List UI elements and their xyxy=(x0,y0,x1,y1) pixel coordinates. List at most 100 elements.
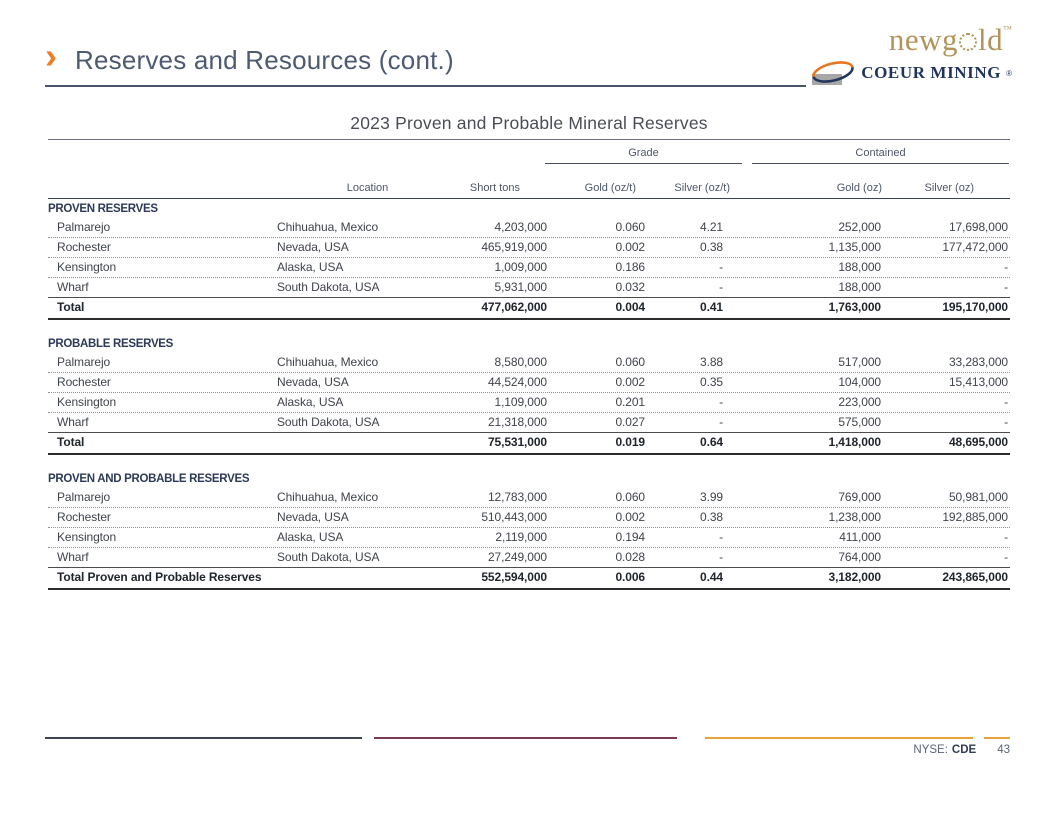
location-cell: Alaska, USA xyxy=(275,528,460,547)
silver-oz-cell: - xyxy=(890,258,1010,277)
total-row: Total477,062,0000.0040.411,763,000195,17… xyxy=(48,297,1010,320)
silver-oz-cell: 243,865,000 xyxy=(890,568,1010,588)
silver-grade-cell: 0.38 xyxy=(652,238,732,257)
short-tons-cell: 27,249,000 xyxy=(460,548,556,567)
newgold-text-right: ld xyxy=(978,22,1003,57)
mine-name-cell: Palmarejo xyxy=(48,488,275,507)
silver-grade-cell: - xyxy=(652,413,732,432)
table-row: PalmarejoChihuahua, Mexico12,783,0000.06… xyxy=(48,488,1010,508)
location-cell: Chihuahua, Mexico xyxy=(275,353,460,372)
column-header-row: Location Short tons Gold (oz/t) Silver (… xyxy=(48,170,1010,199)
short-tons-cell: 5,931,000 xyxy=(460,278,556,297)
footer-line-gold-short xyxy=(984,737,1010,739)
location-cell: Nevada, USA xyxy=(275,508,460,527)
gold-oz-cell: 3,182,000 xyxy=(732,568,890,588)
mine-name-cell: Rochester xyxy=(48,508,275,527)
silver-oz-cell: - xyxy=(890,278,1010,297)
mine-name-cell: Total xyxy=(48,298,275,318)
gold-oz-cell: 575,000 xyxy=(732,413,890,432)
silver-oz-cell: - xyxy=(890,393,1010,412)
column-header-short-tons: Short tons xyxy=(460,182,556,195)
section-header: PROBABLE RESERVES xyxy=(48,334,1010,353)
table-row: KensingtonAlaska, USA1,009,0000.186-188,… xyxy=(48,258,1010,278)
gold-oz-cell: 1,418,000 xyxy=(732,433,890,453)
footer-line-maroon xyxy=(374,737,677,739)
gold-oz-cell: 1,135,000 xyxy=(732,238,890,257)
column-header-gold-grade: Gold (oz/t) xyxy=(556,182,652,195)
chevron-right-icon: › xyxy=(45,36,57,76)
mine-name-cell: Wharf xyxy=(48,548,275,567)
short-tons-cell: 1,009,000 xyxy=(460,258,556,277)
gold-oz-cell: 223,000 xyxy=(732,393,890,412)
newgold-dotted-o-icon xyxy=(959,33,977,51)
short-tons-cell: 8,580,000 xyxy=(460,353,556,372)
location-cell xyxy=(275,433,460,453)
gold-grade-cell: 0.028 xyxy=(556,548,652,567)
silver-oz-cell: 195,170,000 xyxy=(890,298,1010,318)
silver-grade-cell: 3.99 xyxy=(652,488,732,507)
slide: › Reserves and Resources (cont.) newgld™… xyxy=(0,0,1056,816)
short-tons-cell: 552,594,000 xyxy=(460,568,556,588)
group-header-contained: Contained xyxy=(752,147,1009,164)
silver-oz-cell: - xyxy=(890,413,1010,432)
mine-name-cell: Rochester xyxy=(48,238,275,257)
reserves-section: PROBABLE RESERVESPalmarejoChihuahua, Mex… xyxy=(48,334,1010,455)
table-row: PalmarejoChihuahua, Mexico4,203,0000.060… xyxy=(48,218,1010,238)
gold-oz-cell: 1,238,000 xyxy=(732,508,890,527)
location-cell: Chihuahua, Mexico xyxy=(275,488,460,507)
total-row: Total Proven and Probable Reserves552,59… xyxy=(48,567,1010,590)
short-tons-cell: 465,919,000 xyxy=(460,238,556,257)
newgold-text-left: newg xyxy=(889,22,958,57)
silver-oz-cell: 15,413,000 xyxy=(890,373,1010,392)
silver-oz-cell: 177,472,000 xyxy=(890,238,1010,257)
gold-grade-cell: 0.004 xyxy=(556,298,652,318)
short-tons-cell: 2,119,000 xyxy=(460,528,556,547)
silver-grade-cell: - xyxy=(652,258,732,277)
location-cell: Chihuahua, Mexico xyxy=(275,218,460,237)
location-cell: South Dakota, USA xyxy=(275,548,460,567)
table-row: WharfSouth Dakota, USA27,249,0000.028-76… xyxy=(48,548,1010,567)
mine-name-cell: Rochester xyxy=(48,373,275,392)
gold-grade-cell: 0.032 xyxy=(556,278,652,297)
location-cell: Alaska, USA xyxy=(275,393,460,412)
column-header-silver-oz: Silver (oz) xyxy=(890,182,1010,195)
silver-oz-cell: 50,981,000 xyxy=(890,488,1010,507)
mine-name-cell: Total xyxy=(48,433,275,453)
table-sections: PROVEN RESERVESPalmarejoChihuahua, Mexic… xyxy=(48,199,1010,590)
gold-oz-cell: 188,000 xyxy=(732,258,890,277)
mine-name-cell: Kensington xyxy=(48,393,275,412)
coeur-mining-logo: COEUR MINING ® xyxy=(806,59,1012,87)
silver-grade-cell: - xyxy=(652,528,732,547)
column-header-silver-grade: Silver (oz/t) xyxy=(652,182,732,195)
location-cell: South Dakota, USA xyxy=(275,278,460,297)
gold-grade-cell: 0.194 xyxy=(556,528,652,547)
gold-grade-cell: 0.002 xyxy=(556,508,652,527)
table-row: RochesterNevada, USA465,919,0000.0020.38… xyxy=(48,238,1010,258)
table-title: 2023 Proven and Probable Mineral Reserve… xyxy=(48,113,1010,140)
registered-symbol: ® xyxy=(1006,69,1012,78)
silver-grade-cell: - xyxy=(652,548,732,567)
gold-oz-cell: 252,000 xyxy=(732,218,890,237)
gold-grade-cell: 0.201 xyxy=(556,393,652,412)
silver-oz-cell: - xyxy=(890,528,1010,547)
gold-grade-cell: 0.027 xyxy=(556,413,652,432)
short-tons-cell: 4,203,000 xyxy=(460,218,556,237)
mine-name-cell: Kensington xyxy=(48,528,275,547)
silver-oz-cell: 48,695,000 xyxy=(890,433,1010,453)
coeur-mining-wordmark: COEUR MINING xyxy=(861,63,1001,83)
column-header-gold-oz: Gold (oz) xyxy=(732,182,890,195)
gold-grade-cell: 0.002 xyxy=(556,373,652,392)
short-tons-cell: 510,443,000 xyxy=(460,508,556,527)
section-header: PROVEN AND PROBABLE RESERVES xyxy=(48,469,1010,488)
gold-grade-cell: 0.006 xyxy=(556,568,652,588)
slide-footer: NYSE: CDE 43 xyxy=(913,744,1010,756)
table-row: WharfSouth Dakota, USA21,318,0000.027-57… xyxy=(48,413,1010,432)
table-row: RochesterNevada, USA44,524,0000.0020.351… xyxy=(48,373,1010,393)
table-row: KensingtonAlaska, USA1,109,0000.201-223,… xyxy=(48,393,1010,413)
coeur-emblem-icon xyxy=(810,59,856,87)
table-row: PalmarejoChihuahua, Mexico8,580,0000.060… xyxy=(48,353,1010,373)
total-row: Total75,531,0000.0190.641,418,00048,695,… xyxy=(48,432,1010,455)
silver-oz-cell: - xyxy=(890,548,1010,567)
short-tons-cell: 12,783,000 xyxy=(460,488,556,507)
mine-name-cell: Wharf xyxy=(48,278,275,297)
